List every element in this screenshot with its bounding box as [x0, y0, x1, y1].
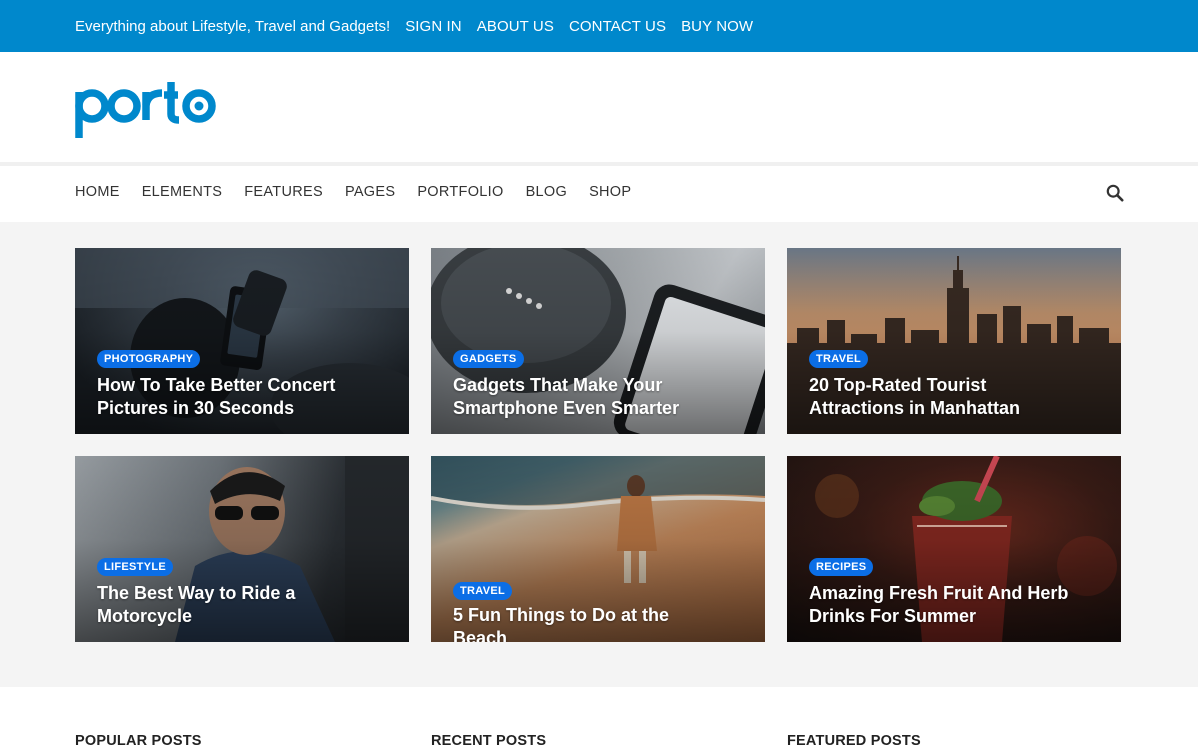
- main-nav: HOME ELEMENTS FEATURES PAGES PORTFOLIO B…: [0, 166, 1198, 218]
- buy-now-link[interactable]: BUY NOW: [681, 18, 753, 35]
- post-sections: POPULAR POSTS RECENT POSTS FEATURED POST…: [0, 687, 1198, 750]
- post-card-drinks[interactable]: RECIPES Amazing Fresh Fruit And Herb Dri…: [787, 456, 1121, 642]
- search-icon[interactable]: [1106, 184, 1124, 202]
- sign-in-link[interactable]: SIGN IN: [405, 18, 462, 35]
- nav-item-shop[interactable]: SHOP: [589, 184, 631, 200]
- post-title[interactable]: 20 Top-Rated Tourist Attractions in Manh…: [809, 374, 1081, 420]
- popular-posts-heading: POPULAR POSTS: [75, 733, 202, 749]
- category-badge[interactable]: GADGETS: [453, 350, 524, 368]
- top-bar: Everything about Lifestyle, Travel and G…: [0, 0, 1198, 52]
- post-title[interactable]: Amazing Fresh Fruit And Herb Drinks For …: [809, 582, 1081, 628]
- nav-item-features[interactable]: FEATURES: [244, 184, 323, 200]
- post-title[interactable]: How To Take Better Concert Pictures in 3…: [97, 374, 369, 420]
- post-card-gadgets[interactable]: GADGETS Gadgets That Make Your Smartphon…: [431, 248, 765, 434]
- post-card-concert[interactable]: PHOTOGRAPHY How To Take Better Concert P…: [75, 248, 409, 434]
- site-tagline: Everything about Lifestyle, Travel and G…: [75, 17, 391, 35]
- recent-posts-heading: RECENT POSTS: [431, 733, 547, 749]
- post-title[interactable]: 5 Fun Things to Do at the Beach: [453, 604, 725, 642]
- about-us-link[interactable]: ABOUT US: [477, 18, 554, 35]
- post-card-beach[interactable]: TRAVEL 5 Fun Things to Do at the Beach: [431, 456, 765, 642]
- porto-logo[interactable]: porto: [75, 78, 217, 140]
- category-badge[interactable]: RECIPES: [809, 558, 874, 576]
- nav-item-blog[interactable]: BLOG: [526, 184, 568, 200]
- nav-item-elements[interactable]: ELEMENTS: [142, 184, 223, 200]
- nav-item-portfolio[interactable]: PORTFOLIO: [417, 184, 503, 200]
- category-badge[interactable]: PHOTOGRAPHY: [97, 350, 201, 368]
- category-badge[interactable]: TRAVEL: [809, 350, 868, 368]
- nav-item-home[interactable]: HOME: [75, 184, 120, 200]
- nav-item-pages[interactable]: PAGES: [345, 184, 395, 200]
- post-card-manhattan[interactable]: TRAVEL 20 Top-Rated Tourist Attractions …: [787, 248, 1121, 434]
- post-title[interactable]: Gadgets That Make Your Smartphone Even S…: [453, 374, 725, 420]
- featured-grid: PHOTOGRAPHY How To Take Better Concert P…: [0, 222, 1198, 687]
- header: porto: [0, 52, 1198, 166]
- category-badge[interactable]: LIFESTYLE: [97, 558, 173, 576]
- post-card-motorcycle[interactable]: LIFESTYLE The Best Way to Ride a Motorcy…: [75, 456, 409, 642]
- category-badge[interactable]: TRAVEL: [453, 582, 512, 600]
- post-title[interactable]: The Best Way to Ride a Motorcycle: [97, 582, 369, 628]
- featured-posts-heading: FEATURED POSTS: [787, 733, 921, 749]
- contact-us-link[interactable]: CONTACT US: [569, 18, 666, 35]
